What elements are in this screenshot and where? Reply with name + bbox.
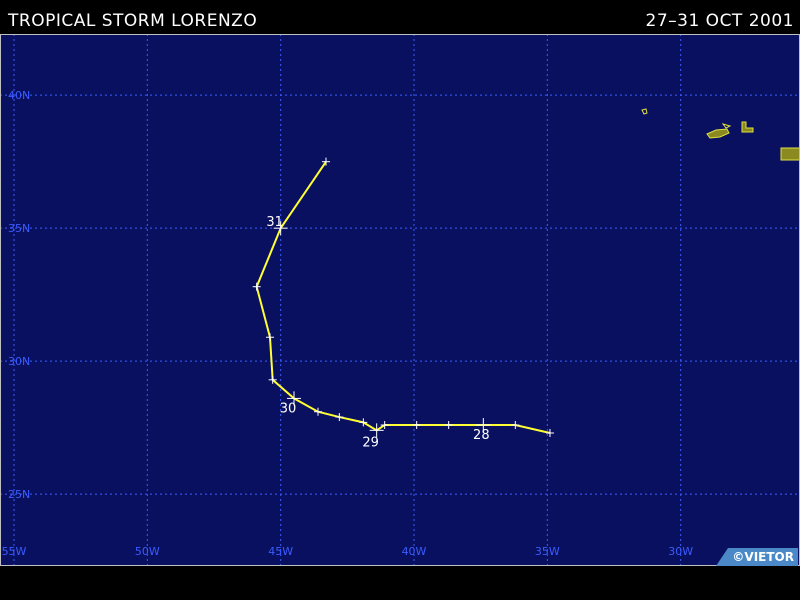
longitude-label: 40W <box>402 545 427 558</box>
latitude-label: 40N <box>8 89 30 102</box>
footer-bar <box>0 566 800 600</box>
day-label: 31 <box>266 215 283 230</box>
longitude-label: 50W <box>135 545 160 558</box>
day-label: 30 <box>280 401 297 416</box>
latitude-label: 35N <box>8 222 30 235</box>
longitude-label: 30W <box>668 545 693 558</box>
date-range: 27–31 OCT 2001 <box>645 11 794 31</box>
latitude-label: 25N <box>8 488 30 501</box>
latitude-label: 30N <box>8 355 30 368</box>
ocean-background <box>0 34 800 566</box>
day-label: 29 <box>362 435 379 450</box>
map-frame[interactable]: 55W 50W 45W 40W 35W 30W 40N 35N 30N 25N 28 29 30 31 <box>0 34 800 566</box>
header-bar: TROPICAL STORM LORENZO 27–31 OCT 2001 <box>0 0 800 34</box>
longitude-label: 35W <box>535 545 560 558</box>
copyright-text: ©VIETOR <box>732 550 794 564</box>
longitude-label: 55W <box>2 545 27 558</box>
island-shape <box>780 147 800 161</box>
day-label: 28 <box>473 428 490 443</box>
track-map[interactable]: 55W 50W 45W 40W 35W 30W 40N 35N 30N 25N 28 29 30 31 <box>0 34 800 566</box>
copyright-badge: ©VIETOR <box>716 548 798 566</box>
longitude-label: 45W <box>268 545 293 558</box>
storm-title: TROPICAL STORM LORENZO <box>8 11 258 31</box>
